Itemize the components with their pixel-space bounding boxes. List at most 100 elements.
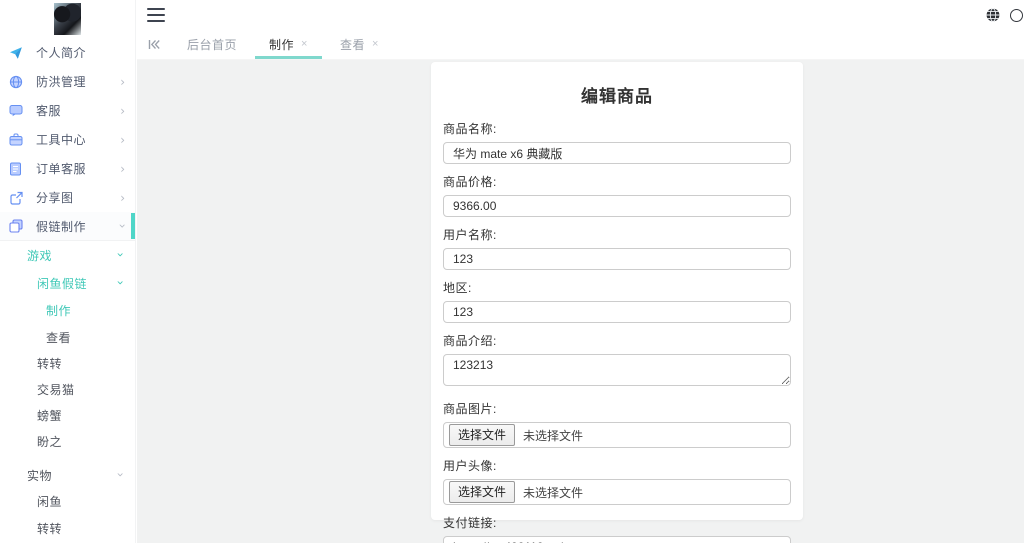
tab-make[interactable]: 制作 × xyxy=(253,30,324,59)
field-label: 用户名称: xyxy=(443,228,497,242)
circle-icon[interactable] xyxy=(1010,8,1023,22)
chevron-right-icon: › xyxy=(120,74,125,89)
submenu-item-xianyu[interactable]: 闲鱼 xyxy=(0,488,135,515)
submenu-item-label: 闲鱼 xyxy=(37,495,63,509)
chevron-down-icon: › xyxy=(113,472,128,478)
product-image-file-input[interactable]: 选择文件 未选择文件 xyxy=(443,422,791,448)
edit-product-form: 商品名称: 商品价格: 用户名称: 地区: 商品介绍: 12 xyxy=(443,120,791,543)
tab-bar: 后台首页 制作 × 查看 × xyxy=(137,30,1024,60)
product-price-input[interactable] xyxy=(443,195,791,217)
sidebar-item-fake-link-maker[interactable]: 假链制作 › xyxy=(0,212,135,241)
submenu-item-pangxie[interactable]: 螃蟹 xyxy=(0,402,135,428)
top-header xyxy=(137,0,1024,30)
edit-product-form-card: 编辑商品 商品名称: 商品价格: 用户名称: 地区: xyxy=(431,62,803,543)
sidebar-item-label: 工具中心 xyxy=(36,133,87,147)
sidebar-item-label: 订单客服 xyxy=(36,162,87,176)
sidebar-item-profile[interactable]: 个人简介 xyxy=(0,38,135,67)
chat-icon xyxy=(8,103,23,118)
tab-label: 查看 xyxy=(339,38,365,52)
submenu-item-make[interactable]: 制作 xyxy=(0,297,135,324)
tab-backend-home[interactable]: 后台首页 xyxy=(171,30,253,59)
choose-file-button[interactable]: 选择文件 xyxy=(449,481,516,503)
field-label: 商品名称: xyxy=(443,122,497,136)
tab-view[interactable]: 查看 × xyxy=(324,30,395,59)
user-name-field: 用户名称: xyxy=(443,226,791,270)
submenu-item-view[interactable]: 查看 xyxy=(0,324,135,350)
submenu-item-games[interactable]: 游戏 › xyxy=(0,241,135,269)
user-avatar[interactable] xyxy=(54,3,81,35)
sidebar-item-label: 分享图 xyxy=(36,191,74,205)
chevron-down-icon: › xyxy=(115,223,130,229)
submenu-item-label: 制作 xyxy=(46,304,72,318)
product-price-field: 商品价格: xyxy=(443,173,791,217)
sidebar-item-flood-management[interactable]: 防洪管理 › xyxy=(0,67,135,96)
sidebar-item-share-image[interactable]: 分享图 › xyxy=(0,183,135,212)
close-icon[interactable]: × xyxy=(372,39,379,50)
region-input[interactable] xyxy=(443,301,791,323)
collapse-tabs-icon[interactable] xyxy=(137,30,171,59)
sidebar: 个人简介 防洪管理 › 客服 › 工具中心 › 订单客服 › 分享图 › 假链制… xyxy=(0,0,136,543)
product-name-field: 商品名称: xyxy=(443,120,791,164)
product-image-field: 商品图片: 选择文件 未选择文件 xyxy=(443,400,791,448)
paper-plane-icon xyxy=(8,45,23,60)
chevron-down-icon: › xyxy=(113,252,128,258)
briefcase-icon xyxy=(8,132,23,147)
payment-link-field: 支付链接: xyxy=(443,514,791,543)
hamburger-menu-icon[interactable] xyxy=(147,8,165,22)
submenu-item-label: 闲鱼假链 xyxy=(37,276,88,291)
globe-icon xyxy=(8,74,23,89)
sidebar-avatar-area xyxy=(0,0,135,38)
main-content: 编辑商品 商品名称: 商品价格: 用户名称: 地区: xyxy=(137,60,1024,543)
choose-file-button[interactable]: 选择文件 xyxy=(449,424,516,446)
payment-link-input[interactable] xyxy=(443,536,791,543)
submenu-item-physical-goods[interactable]: 实物 › xyxy=(0,462,135,488)
submenu-item-label: 游戏 xyxy=(27,248,53,263)
field-label: 地区: xyxy=(443,281,472,295)
header-right-icons xyxy=(986,8,1023,22)
sidebar-item-label: 个人简介 xyxy=(36,46,87,60)
sidebar-item-customer-service[interactable]: 客服 › xyxy=(0,96,135,125)
globe-icon[interactable] xyxy=(986,8,1000,22)
chevron-right-icon: › xyxy=(120,161,125,176)
submenu-item-label: 螃蟹 xyxy=(37,408,63,423)
user-avatar-file-input[interactable]: 选择文件 未选择文件 xyxy=(443,479,791,505)
share-icon xyxy=(8,190,23,205)
no-file-selected-text: 未选择文件 xyxy=(523,428,584,443)
field-label: 用户头像: xyxy=(443,459,497,473)
submenu-item-label: 实物 xyxy=(27,468,53,483)
field-label: 商品图片: xyxy=(443,402,497,416)
product-description-textarea[interactable]: 123213 xyxy=(443,354,791,386)
app-window: 个人简介 防洪管理 › 客服 › 工具中心 › 订单客服 › 分享图 › 假链制… xyxy=(0,0,1024,543)
tab-label: 后台首页 xyxy=(187,38,238,52)
product-description-field: 商品介绍: 123213 xyxy=(443,332,791,391)
field-label: 支付链接: xyxy=(443,516,497,530)
chevron-right-icon: › xyxy=(120,103,125,118)
region-field: 地区: xyxy=(443,279,791,323)
close-icon[interactable]: × xyxy=(301,39,308,50)
page-title: 编辑商品 xyxy=(581,87,653,106)
submenu-item-xianyu-fake-link[interactable]: 闲鱼假链 › xyxy=(0,269,135,297)
chevron-right-icon: › xyxy=(120,132,125,147)
submenu-item-jiaoyimao[interactable]: 交易猫 xyxy=(0,376,135,402)
chevron-down-icon: › xyxy=(113,280,128,286)
submenu-item-label: 转转 xyxy=(37,356,63,371)
sidebar-item-tool-center[interactable]: 工具中心 › xyxy=(0,125,135,154)
no-file-selected-text: 未选择文件 xyxy=(523,485,584,500)
sidebar-item-label: 假链制作 xyxy=(36,219,87,234)
submenu-item-label: 转转 xyxy=(37,521,63,536)
submenu-item-panzhi[interactable]: 盼之 xyxy=(0,428,135,454)
submenu-item-label: 盼之 xyxy=(37,434,63,449)
sidebar-item-label: 防洪管理 xyxy=(36,75,87,89)
sidebar-item-order-service[interactable]: 订单客服 › xyxy=(0,154,135,183)
user-name-input[interactable] xyxy=(443,248,791,270)
product-name-input[interactable] xyxy=(443,142,791,164)
chevron-right-icon: › xyxy=(120,190,125,205)
copy-icon xyxy=(8,219,23,234)
document-icon xyxy=(8,161,23,176)
field-label: 商品介绍: xyxy=(443,334,497,348)
submenu-item-zhuanzhuan[interactable]: 转转 xyxy=(0,350,135,376)
sidebar-item-label: 客服 xyxy=(36,104,62,118)
submenu-item-label: 交易猫 xyxy=(37,382,75,397)
submenu-item-zhuanzhuan-2[interactable]: 转转 xyxy=(0,515,135,541)
user-avatar-field: 用户头像: 选择文件 未选择文件 xyxy=(443,457,791,505)
